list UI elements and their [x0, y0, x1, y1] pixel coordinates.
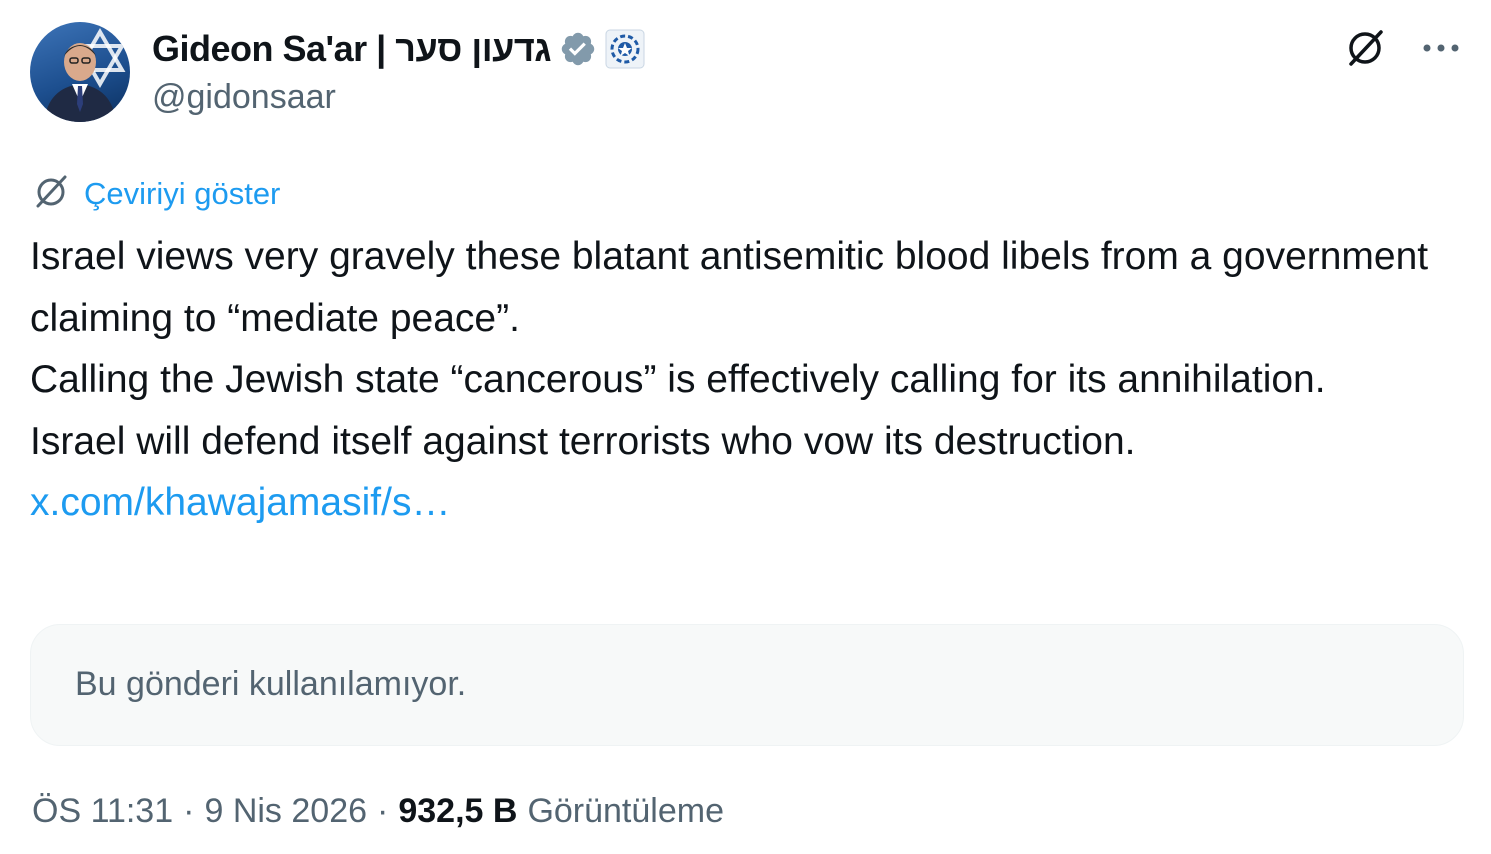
more-options-icon[interactable] — [1417, 24, 1465, 72]
avatar-image — [44, 28, 126, 122]
verified-badge-icon[interactable] — [559, 30, 597, 68]
views-count[interactable]: 932,5 B — [398, 792, 517, 831]
meta-separator: · — [377, 792, 389, 830]
tweet-date[interactable]: 9 Nis 2026 — [204, 792, 367, 831]
tweet-text-line: Israel will defend itself against terror… — [30, 419, 1136, 463]
tweet-text-line: Israel views very gravely these blatant … — [30, 235, 1429, 340]
author-display-name[interactable]: Gideon Sa'ar | גדעון סער — [152, 28, 552, 70]
author-name-row: Gideon Sa'ar | גדעון סער — [152, 26, 645, 72]
meta-separator: · — [183, 792, 195, 830]
tweet-link[interactable]: x.com/khawajamasif/s… — [30, 481, 450, 524]
tweet-text-line: Calling the Jewish state “cancerous” is … — [30, 358, 1326, 401]
government-affiliation-icon[interactable] — [605, 29, 645, 69]
show-translation-button[interactable]: Çeviriyi göster — [32, 172, 280, 215]
views-label: Görüntüleme — [527, 792, 724, 830]
author-handle[interactable]: @gidonsaar — [152, 78, 336, 117]
quoted-post-unavailable[interactable]: Bu gönderi kullanılamıyor. — [30, 624, 1464, 746]
grok-icon[interactable] — [1341, 24, 1389, 72]
tweet-time[interactable]: ÖS 11:31 — [32, 792, 173, 831]
tweet-top-actions — [1341, 24, 1465, 72]
quoted-post-unavailable-text: Bu gönderi kullanılamıyor. — [75, 665, 467, 703]
tweet-card: Gideon Sa'ar | גדעון סער @gidonsaar Çevi… — [0, 0, 1491, 854]
show-translation-label: Çeviriyi göster — [84, 175, 281, 211]
translate-icon — [32, 172, 70, 215]
tweet-meta: ÖS 11:31 · 9 Nis 2026 · 932,5 B Görüntül… — [32, 792, 724, 831]
avatar[interactable] — [30, 22, 130, 122]
tweet-text: Israel views very gravely these blatant … — [30, 226, 1450, 534]
